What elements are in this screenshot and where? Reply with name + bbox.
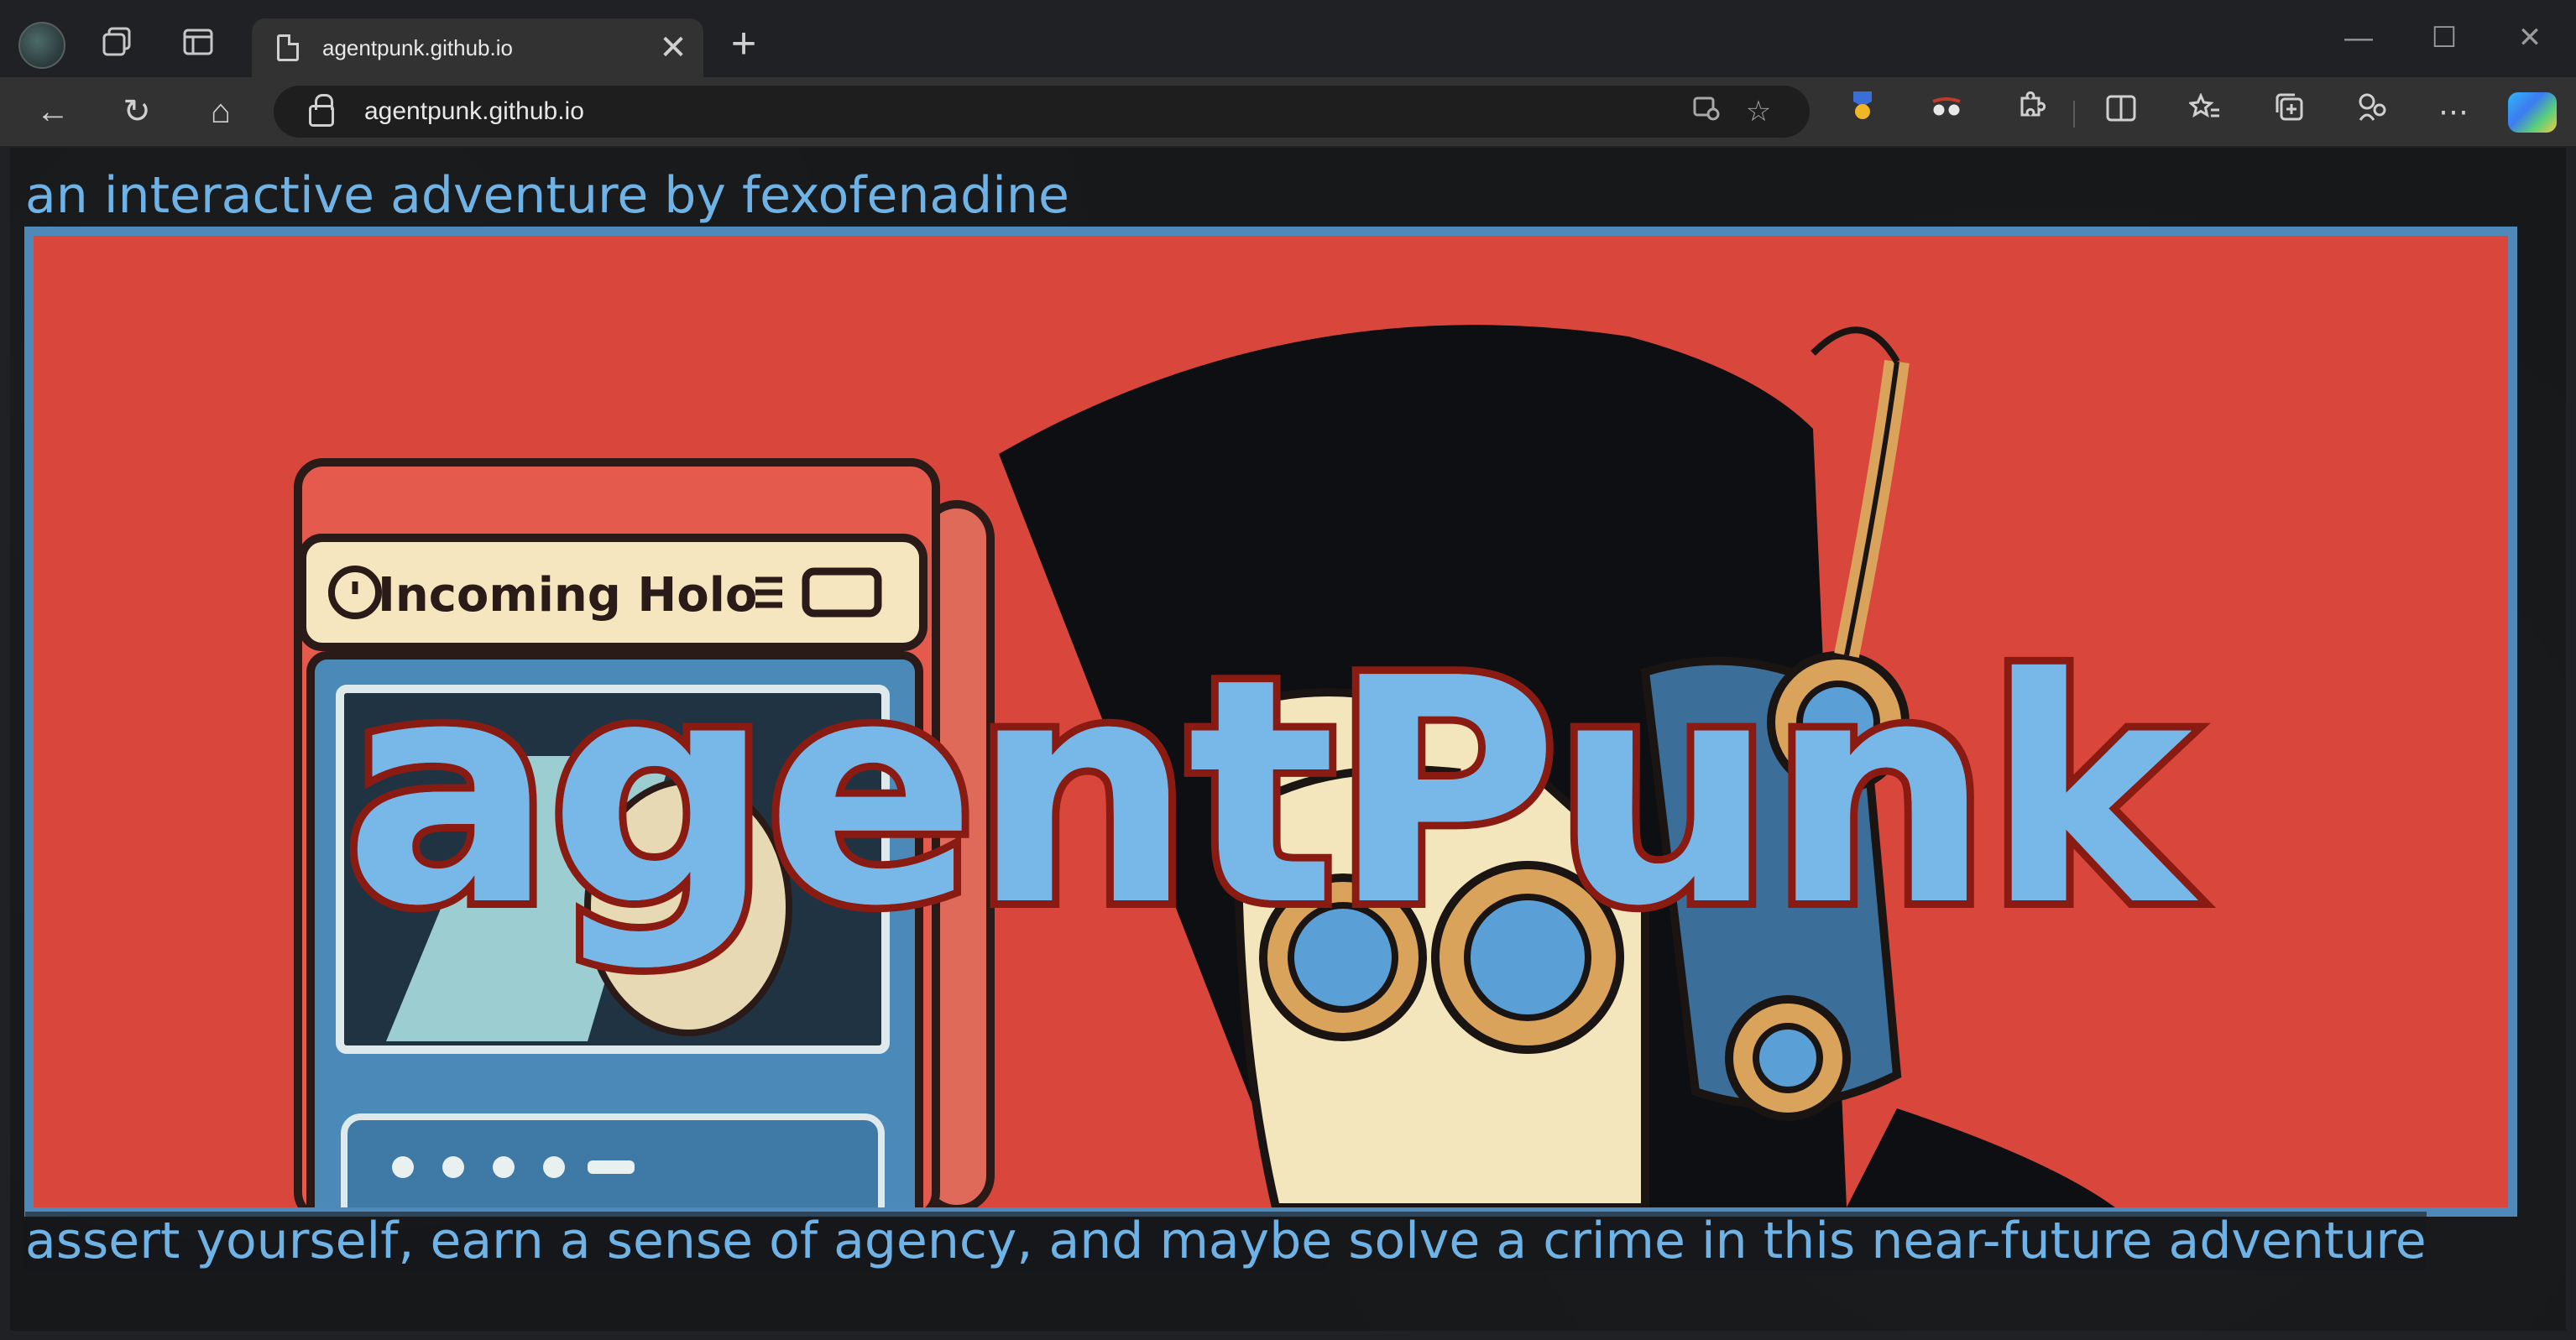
address-bar[interactable]: agentpunk.github.io ☆ bbox=[274, 86, 1810, 138]
refresh-button[interactable]: ↻ bbox=[111, 87, 163, 136]
minimize-button[interactable]: — bbox=[2317, 10, 2401, 65]
document-icon bbox=[277, 34, 299, 61]
back-button[interactable]: ← bbox=[27, 87, 79, 136]
description: assert yourself, earn a sense of agency,… bbox=[25, 1212, 2427, 1270]
toolbar: ← ↻ ⌂ agentpunk.github.io ☆ ⋯ bbox=[0, 77, 2576, 146]
tab-actions-icon[interactable] bbox=[173, 17, 223, 67]
browser-chrome: agentpunk.github.io ✕ + — ☐ ✕ ← ↻ ⌂ agen… bbox=[0, 0, 2576, 146]
active-tab[interactable]: agentpunk.github.io ✕ bbox=[252, 18, 703, 77]
tab-title: agentpunk.github.io bbox=[322, 34, 513, 60]
lock-icon[interactable] bbox=[309, 94, 334, 127]
home-button[interactable]: ⌂ bbox=[195, 87, 247, 136]
window-close-button[interactable]: ✕ bbox=[2488, 10, 2572, 65]
app-available-icon[interactable] bbox=[1680, 96, 1732, 128]
extensions-icon[interactable] bbox=[2004, 87, 2056, 136]
new-tab-button[interactable]: + bbox=[718, 18, 769, 69]
more-icon[interactable]: ⋯ bbox=[2427, 87, 2479, 136]
profile-icon[interactable] bbox=[18, 22, 65, 69]
workspaces-icon[interactable] bbox=[92, 17, 143, 67]
favorite-star-icon[interactable]: ☆ bbox=[1732, 95, 1784, 128]
performance-icon[interactable] bbox=[2347, 87, 2399, 136]
address-text[interactable]: agentpunk.github.io bbox=[364, 97, 1680, 126]
collections-icon[interactable] bbox=[2263, 87, 2315, 136]
maximize-button[interactable]: ☐ bbox=[2402, 10, 2486, 65]
tab-strip: agentpunk.github.io ✕ + — ☐ ✕ bbox=[0, 0, 2576, 77]
extension-badge-icon[interactable] bbox=[1837, 87, 1889, 136]
split-screen-icon[interactable] bbox=[2095, 87, 2147, 136]
close-tab-icon[interactable]: ✕ bbox=[648, 29, 698, 67]
extension-glasses-icon[interactable] bbox=[1920, 87, 1972, 136]
hero-banner: Incoming Holo agentPunk agentPunk bbox=[24, 227, 2517, 1217]
toolbar-separator bbox=[2073, 101, 2075, 128]
copilot-icon[interactable] bbox=[2508, 92, 2557, 133]
page-viewport: an interactive adventure by fexofenadine bbox=[10, 148, 2566, 1331]
favorites-icon[interactable] bbox=[2179, 87, 2231, 136]
tagline: an interactive adventure by fexofenadine bbox=[25, 166, 1069, 225]
logo-title: agentPunk bbox=[344, 613, 2192, 974]
